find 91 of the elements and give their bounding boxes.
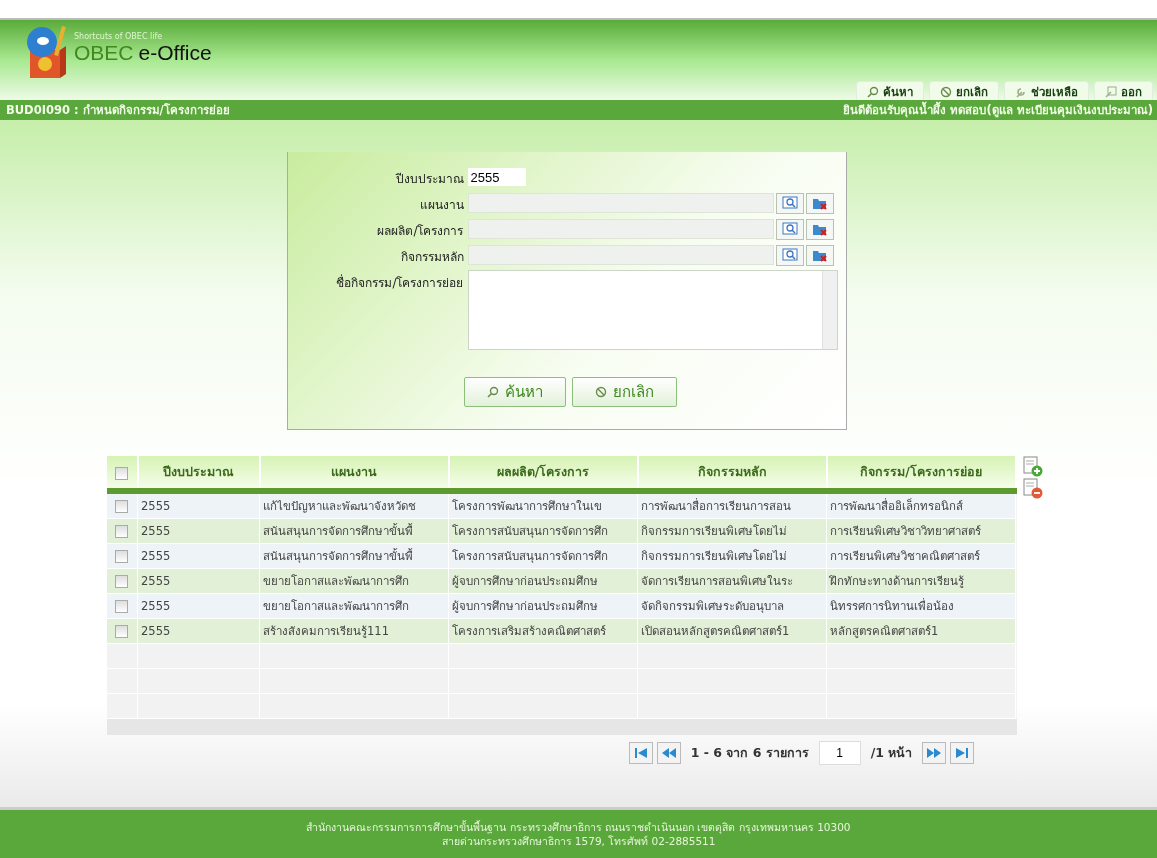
nav-button[interactable]: ยกเลิก [929, 81, 999, 100]
column-header: ผลผลิต/โครงการ [448, 456, 638, 491]
magnifier-icon [781, 222, 798, 236]
last-page-button[interactable] [950, 742, 975, 764]
table-cell: ผู้จบการศึกษาก่อนประถมศึกษ [448, 593, 638, 619]
table-cell: การเรียนพิเศษวิชาคณิตศาสตร์ [826, 543, 1016, 569]
table-cell: 2555 [137, 568, 260, 594]
table-cell: เปิดสอนหลักสูตรคณิตศาสตร์1 [637, 618, 827, 644]
clear-button[interactable] [805, 244, 834, 266]
lookup-button[interactable] [775, 192, 804, 214]
field-label: ชื่อกิจกรรม/โครงการย่อย [335, 273, 464, 292]
cancel-icon [594, 386, 607, 398]
nav-button[interactable]: ออก [1094, 81, 1153, 100]
nav-button[interactable]: ช่วยเหลือ [1004, 81, 1089, 100]
table-cell: 2555 [137, 593, 260, 619]
delete-document-icon [1022, 478, 1043, 500]
table-cell: กิจกรรมการเรียนพิเศษโดยไม่ [637, 518, 827, 544]
checkbox[interactable] [115, 525, 129, 538]
previous-page-icon [661, 747, 676, 759]
field-label: ปีงบประมาณ [394, 171, 464, 188]
column-header: กิจกรรม/โครงการย่อย [826, 456, 1016, 491]
checkbox[interactable] [115, 466, 128, 480]
checkbox[interactable] [115, 500, 129, 513]
field-label: แผนงาน [418, 197, 464, 214]
table-cell: นิทรรศการนิทานเพื่อน้อง [826, 593, 1016, 619]
page-total: /1 หน้า [870, 744, 913, 762]
table-cell: ฝึกทักษะทางด้านการเรียนรู้ [826, 568, 1016, 594]
first-page-icon [633, 747, 648, 759]
column-header: ปีงบประมาณ [137, 456, 260, 491]
table-cell: โครงการสนับสนุนการจัดการศึก [448, 518, 638, 544]
cancel-button[interactable]: ยกเลิก [571, 377, 677, 407]
clear-button[interactable] [805, 192, 834, 214]
table-cell: 2555 [137, 618, 260, 644]
input-field[interactable]: 2555 [467, 168, 526, 186]
cancel-icon [940, 85, 952, 98]
checkbox[interactable] [115, 600, 129, 613]
table-cell: สนันสนุนการจัดการศึกษาขั้นพื้ [259, 518, 449, 544]
input-field[interactable] [467, 245, 774, 265]
table-cell: ผู้จบการศึกษาก่อนประถมศึกษ [448, 568, 638, 594]
table-cell: สร้างสังคมการเรียนรู้111 [259, 618, 449, 644]
add-document-icon [1022, 456, 1043, 478]
clear-button[interactable] [805, 218, 834, 240]
lookup-button[interactable] [775, 244, 804, 266]
column-header: กิจกรรมหลัก [637, 456, 827, 491]
table-cell: โครงการสนับสนุนการจัดการศึก [448, 543, 638, 569]
folder-delete-icon [811, 222, 828, 236]
folder-delete-icon [811, 248, 828, 262]
table-cell: สนันสนุนการจัดการศึกษาขั้นพื้ [259, 543, 449, 569]
first-page-button[interactable] [628, 742, 653, 764]
footer-text: สายด่วนกระทรวงศึกษาธิการ 1579, โทรศัพท์ 02-2885511 [441, 834, 716, 848]
search-icon [867, 85, 879, 98]
field-label: ผลผลิต/โครงการ [376, 223, 464, 240]
next-page-button[interactable] [922, 742, 947, 764]
brand-name: e-Office [138, 41, 212, 64]
nav-button[interactable]: ค้นหา [856, 81, 924, 100]
last-page-icon [955, 747, 970, 759]
search-icon [486, 386, 499, 398]
column-header: แผนงาน [259, 456, 449, 491]
table-cell: ขยายโอกาสและพัฒนาการศึก [259, 568, 449, 594]
next-page-icon [927, 747, 942, 759]
input-field[interactable] [467, 219, 774, 239]
page-title: BUD0I090 : กำหนดกิจกรรม/โครงการย่อย [6, 102, 230, 119]
table-cell: ขยายโอกาสและพัฒนาการศึก [259, 593, 449, 619]
checkbox[interactable] [115, 575, 129, 588]
table-cell: โครงการเสริมสร้างคณิตศาสตร์ [448, 618, 638, 644]
table-cell: จัดการเรียนการสอนพิเศษในระ [637, 568, 827, 594]
magnifier-icon [781, 196, 798, 210]
checkbox[interactable] [115, 625, 129, 638]
record-range: 1 - 6 จาก 6 รายการ [690, 744, 809, 762]
folder-delete-icon [811, 196, 828, 210]
tagline: Shortcuts of OBEC life [74, 32, 164, 41]
footer-text: สำนักงานคณะกรรมการการศึกษาขั้นพื้นฐาน กระทรวงศึกษาธิการ ถนนราชดำเนินนอก เขตดุสิต กรุงเทพมหานคร 10300 [306, 820, 851, 834]
table-cell: การเรียนพิเศษวิชาวิทยาศาสตร์ [826, 518, 1016, 544]
field-label: กิจกรรมหลัก [399, 249, 464, 266]
previous-page-button[interactable] [656, 742, 681, 764]
welcome-text: ยินดีต้อนรับคุณน้ำผึ้ง ทดสอบ(ดูแล ทะเบียนคุมเงินงบประมาณ) [843, 101, 1153, 119]
table-cell: 2555 [137, 518, 260, 544]
input-field[interactable] [467, 193, 774, 213]
scrollbar[interactable] [821, 271, 837, 349]
brand-name: OBEC [74, 41, 134, 64]
scrollbar[interactable] [106, 719, 1017, 735]
exit-icon [1105, 85, 1117, 98]
checkbox[interactable] [115, 550, 129, 563]
table-cell: กิจกรรมการเรียนพิเศษโดยไม่ [637, 543, 827, 569]
table-cell: 2555 [137, 543, 260, 569]
table-cell: จัดกิจกรรมพิเศษระดับอนุบาล [637, 593, 827, 619]
table-cell: หลักสูตรคณิตศาสตร์1 [826, 618, 1016, 644]
lookup-button[interactable] [775, 218, 804, 240]
page-input[interactable]: 1 [818, 741, 861, 765]
search-button[interactable]: ค้นหา [463, 377, 566, 407]
magnifier-icon [781, 248, 798, 262]
